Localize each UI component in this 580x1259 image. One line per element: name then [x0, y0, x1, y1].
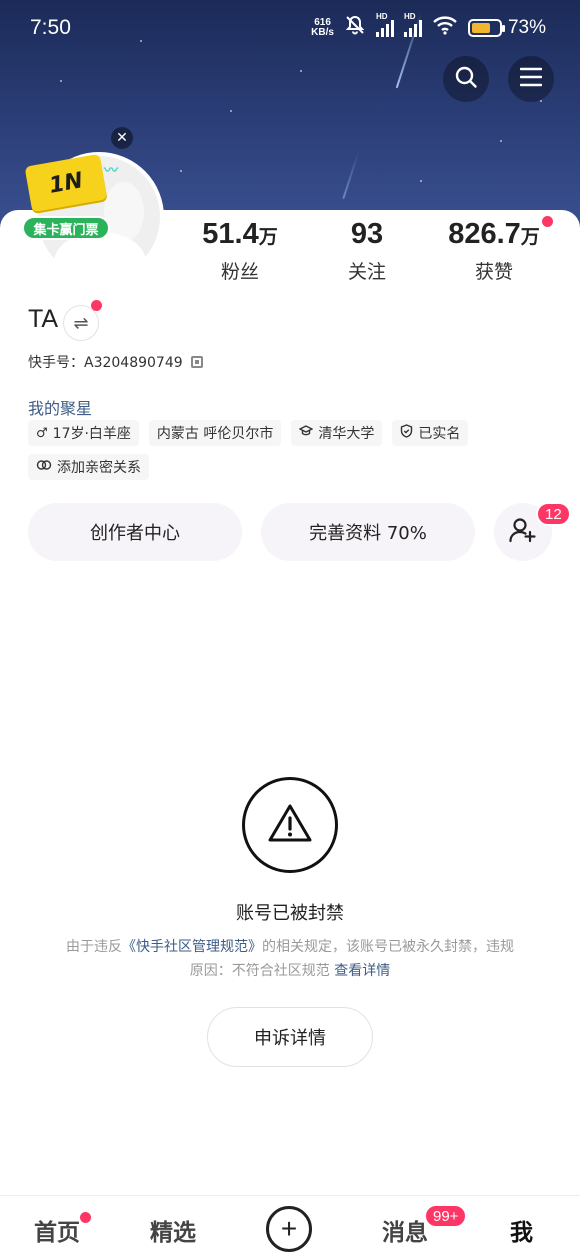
banned-description: 由于违反《快手社区管理规范》的相关规定，该账号已被永久封禁，违规原因：不符合社区… [66, 939, 514, 979]
link-icon [36, 459, 52, 475]
home-red-dot [80, 1212, 91, 1223]
male-icon: ♂ [36, 425, 48, 441]
tab-me[interactable]: 我 [510, 1213, 533, 1247]
appeal-details-button[interactable]: 申诉详情 [207, 1007, 373, 1067]
tab-featured[interactable]: 精选 [150, 1213, 196, 1247]
close-icon[interactable]: ✕ [111, 127, 133, 149]
battery-icon [467, 18, 505, 37]
stat-likes[interactable]: 826.7万 获赞 [434, 218, 554, 284]
wifi-icon [432, 15, 458, 40]
search-button[interactable] [443, 56, 489, 102]
shield-check-icon [400, 424, 413, 442]
menu-icon [519, 67, 543, 91]
stat-following[interactable]: 93 关注 [307, 218, 427, 284]
complete-profile-button[interactable]: 完善资料 70% [261, 503, 475, 561]
tag-verified[interactable]: 已实名 [392, 420, 469, 446]
add-user-icon [509, 517, 537, 547]
signal-icon-2: HD [403, 12, 422, 37]
tag-location[interactable]: 内蒙古 呼伦贝尔市 [148, 420, 282, 446]
bottom-tab-bar: 首页 精选 + 消息 99+ 我 [0, 1195, 580, 1259]
banned-title: 账号已被封禁 [236, 903, 344, 924]
search-icon [454, 65, 478, 93]
mute-bell-icon [344, 14, 366, 41]
graduation-cap-icon [298, 425, 314, 441]
status-bar: 7:50 616 KB/s HD HD 73% [0, 0, 580, 58]
card-game-badge[interactable]: 集卡赢门票 [22, 216, 110, 240]
creator-center-button[interactable]: 创作者中心 [28, 503, 242, 561]
view-details-link[interactable]: 查看详情 [334, 963, 390, 979]
likes-red-dot [542, 216, 553, 227]
friend-request-badge: 12 [536, 502, 571, 526]
tab-home[interactable]: 首页 [34, 1213, 80, 1247]
tag-add-relationship[interactable]: 添加亲密关系 [28, 454, 149, 480]
plus-icon: + [280, 1213, 298, 1244]
warning-icon-circle [242, 777, 338, 873]
messages-badge: 99+ [424, 1204, 468, 1228]
swap-icon: ⇌ [73, 312, 89, 334]
kuaishou-id[interactable]: 快手号：A3204890749 [28, 352, 203, 372]
sparkle-icon: 〰 [104, 163, 118, 179]
stat-fans[interactable]: 51.4万 粉丝 [180, 218, 300, 284]
switch-red-dot [91, 300, 102, 311]
battery-indicator: 73% [467, 17, 546, 39]
community-rules-link[interactable]: 《快手社区管理规范》 [122, 939, 262, 955]
warning-icon [268, 803, 312, 847]
tag-age[interactable]: ♂ 17岁·白羊座 [28, 420, 139, 446]
menu-button[interactable] [508, 56, 554, 102]
create-button[interactable]: + [266, 1206, 312, 1252]
net-speed: 616 KB/s [311, 16, 334, 38]
tag-school[interactable]: 清华大学 [291, 420, 383, 446]
tab-messages[interactable]: 消息 [382, 1213, 428, 1247]
profile-tags: ♂ 17岁·白羊座 内蒙古 呼伦贝尔市 清华大学 已实名 添加亲密关系 [28, 420, 558, 480]
qr-code-icon[interactable] [190, 356, 203, 368]
status-time: 7:50 [30, 16, 71, 39]
my-star-link[interactable]: 我的聚星 [28, 395, 92, 419]
nickname: TA [28, 305, 59, 333]
signal-icon: HD [375, 12, 394, 37]
